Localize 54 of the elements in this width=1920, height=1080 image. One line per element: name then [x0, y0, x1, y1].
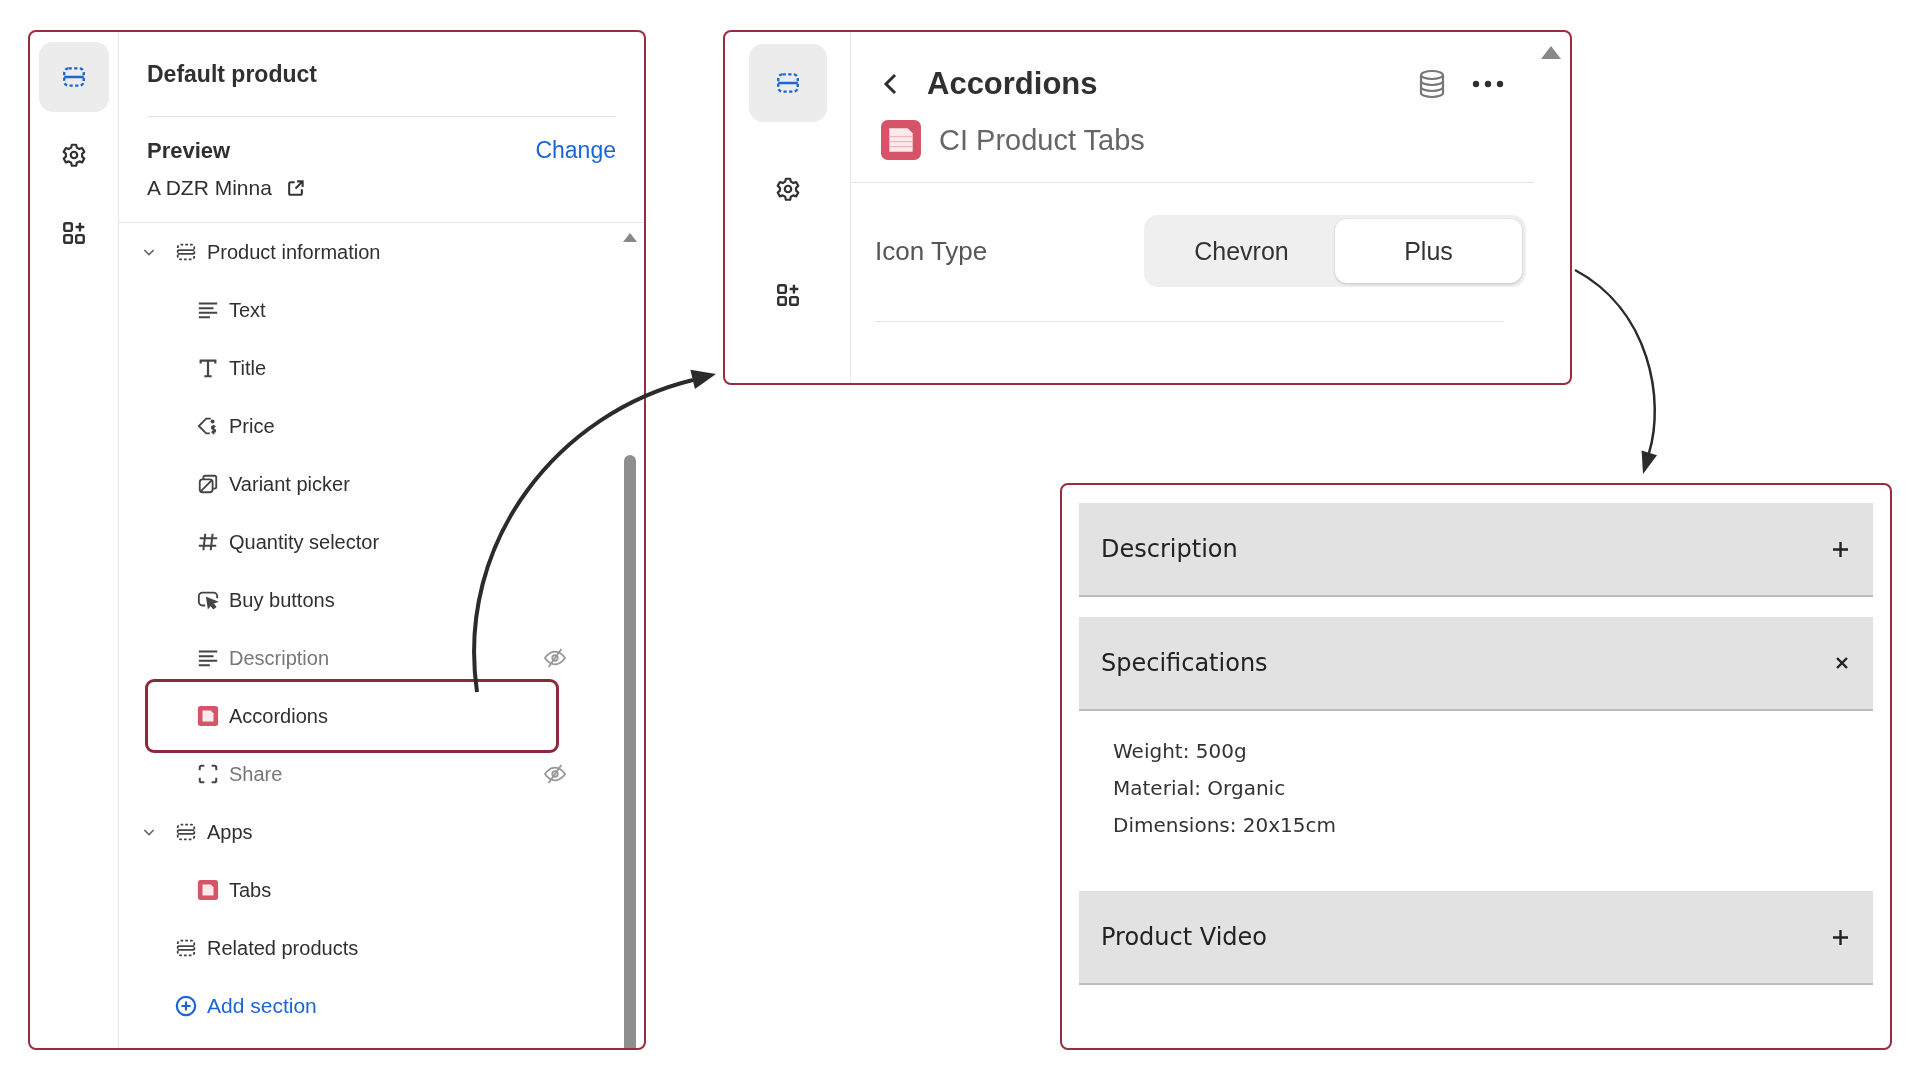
app-block-icon — [197, 879, 219, 901]
section-item[interactable]: Related products — [119, 919, 602, 977]
accordion-header[interactable]: Product Video — [1079, 891, 1873, 985]
block-title: Accordions — [927, 66, 1098, 102]
block-item[interactable]: Text — [119, 281, 602, 339]
section-icon — [175, 821, 197, 843]
external-link-icon[interactable] — [285, 178, 305, 198]
change-link[interactable]: Change — [535, 137, 616, 164]
app-block-icon — [881, 120, 921, 160]
add-apps-icon — [61, 220, 87, 246]
block-item[interactable]: Accordions — [145, 679, 559, 753]
accordion-text: Material: Organic — [1113, 776, 1287, 800]
variant-icon — [197, 473, 219, 495]
cursor-click-icon — [197, 589, 219, 611]
price-tag-icon — [197, 415, 219, 437]
eye-slash-icon[interactable] — [544, 648, 566, 668]
scroll-up-icon[interactable] — [1540, 44, 1562, 60]
section-item[interactable]: Product information — [119, 223, 602, 281]
block-item[interactable]: Title — [119, 339, 602, 397]
scroll-up-icon[interactable] — [622, 231, 638, 243]
sections-icon — [774, 70, 801, 96]
add-section-button[interactable]: Add section — [119, 977, 317, 1035]
section-icon — [175, 241, 197, 263]
section-item[interactable]: Apps — [119, 803, 602, 861]
scroll-thumb[interactable] — [624, 455, 636, 1048]
app-name: CI Product Tabs — [939, 123, 1145, 157]
database-icon[interactable] — [1418, 69, 1446, 99]
more-icon[interactable] — [1472, 80, 1504, 88]
brackets-icon — [197, 763, 219, 785]
eye-slash-icon[interactable] — [544, 764, 566, 784]
preview-product: A DZR Minna — [147, 176, 272, 200]
settings-icon — [774, 176, 801, 202]
block-item[interactable]: Tabs — [119, 861, 602, 919]
block-item[interactable]: Variant picker — [119, 455, 602, 513]
panel-title: Default product — [147, 60, 317, 88]
plus-circle-icon — [175, 995, 197, 1017]
block-item[interactable]: Quantity selector — [119, 513, 602, 571]
accordion-header[interactable]: Specifications — [1079, 617, 1873, 711]
sections-icon — [61, 64, 87, 90]
app-block-icon — [197, 705, 219, 727]
section-icon — [175, 937, 197, 959]
accordion-header[interactable]: Description — [1079, 503, 1873, 597]
hash-icon — [197, 531, 219, 553]
preview-label: Preview — [147, 137, 231, 164]
title-icon — [197, 357, 219, 379]
block-item[interactable]: Price — [119, 397, 602, 455]
add-apps-icon — [774, 282, 801, 308]
settings-icon — [61, 142, 87, 168]
segment-option[interactable]: Plus — [1335, 219, 1522, 283]
accordion-text: Dimensions: 20x15cm — [1113, 813, 1338, 837]
block-item[interactable]: Buy buttons — [119, 571, 602, 629]
segment-option[interactable]: Chevron — [1148, 219, 1335, 283]
accordion-text: Weight: 500g — [1113, 739, 1248, 763]
setting-label: Icon Type — [875, 235, 988, 267]
